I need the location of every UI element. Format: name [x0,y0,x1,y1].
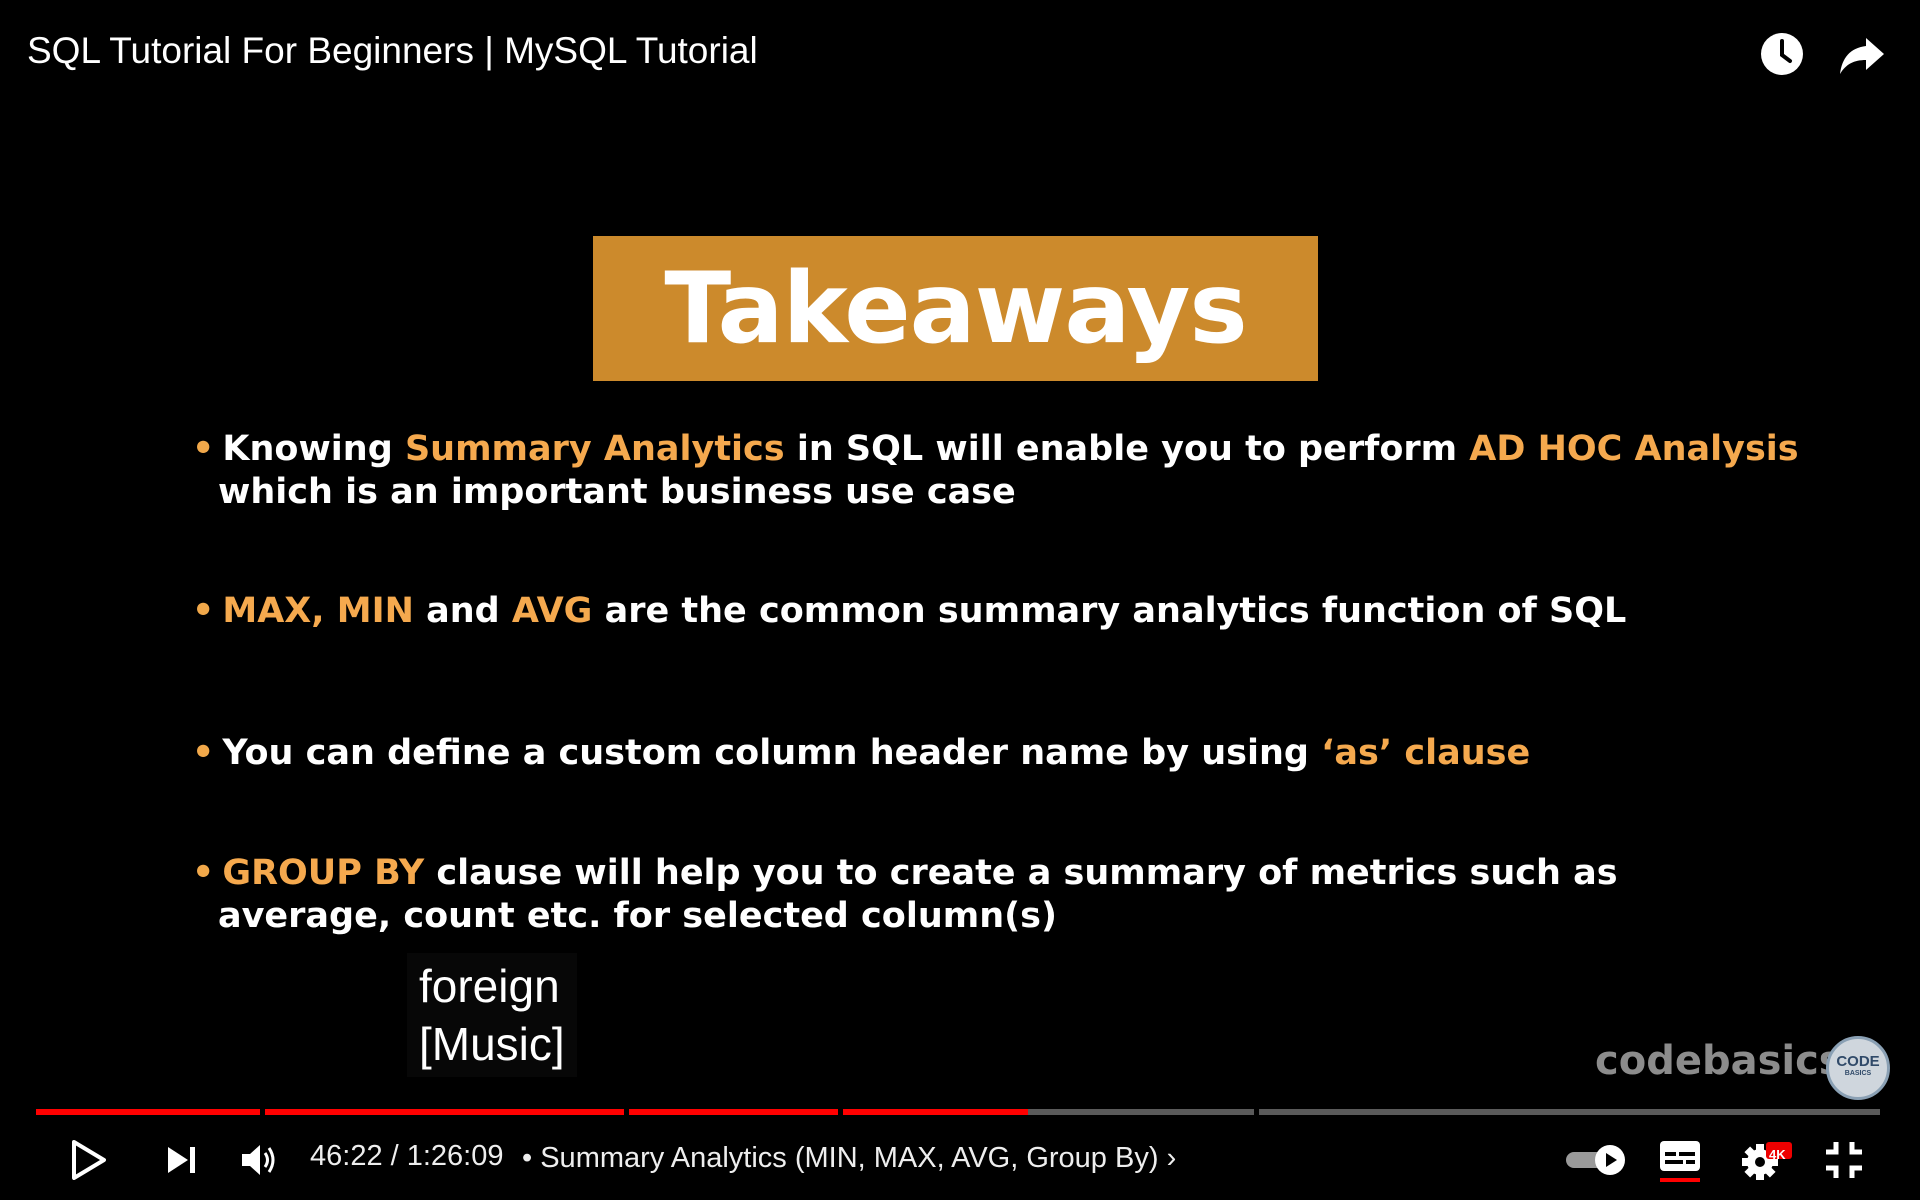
highlight-text: AD HOC Analysis [1469,429,1799,469]
highlight-text: Summary Analytics [404,429,785,469]
chapter-title[interactable]: • Summary Analytics (MIN, MAX, AVG, Grou… [522,1142,1176,1175]
autoplay-toggle[interactable] [1564,1130,1628,1190]
channel-logo[interactable]: CODE BASICS [1826,1036,1890,1100]
chapter-segment[interactable] [628,1109,838,1115]
slide-heading: Takeaways [664,251,1247,366]
progress-fill [264,1109,624,1115]
share-icon[interactable] [1838,30,1886,78]
quality-badge: 4K [1769,1147,1786,1162]
takeaway-item: • GROUP BY clause will help you to create… [192,853,1618,936]
next-button[interactable] [160,1130,204,1190]
exit-fullscreen-icon[interactable] [1820,1130,1868,1190]
takeaway-item: • MAX, MIN and AVG are the common summary… [192,591,1627,631]
time-display: 46:22 / 1:26:09 [310,1140,504,1172]
bullet-dot: • [192,429,215,469]
volume-icon[interactable] [238,1130,282,1190]
bullet-dot: • [192,591,215,631]
chapter-segment[interactable] [1259,1109,1880,1115]
progress-fill [628,1109,838,1115]
video-title[interactable]: SQL Tutorial For Beginners | MySQL Tutor… [27,30,758,72]
bullet-dot: • [192,853,215,893]
chapter-segment[interactable] [264,1109,624,1115]
watch-later-icon[interactable] [1758,30,1806,78]
closed-captions: foreign [Music] [407,953,577,1077]
highlight-text: AVG [511,591,593,631]
highlight-text: MAX, MIN [222,591,414,631]
progress-fill [842,1109,1029,1115]
bullet-dot: • [192,733,215,773]
progress-bar[interactable] [36,1109,1885,1115]
takeaway-item: • Knowing Summary Analytics in SQL will e… [192,429,1799,512]
caption-line: foreign [419,960,560,1012]
progress-fill [36,1109,260,1115]
caption-line: [Music] [419,1018,565,1070]
settings-icon[interactable]: 4K [1740,1130,1794,1190]
takeaway-item: • You can define a custom column header n… [192,733,1531,773]
highlight-text: GROUP BY [222,853,425,893]
subtitles-icon[interactable] [1656,1130,1704,1190]
highlight-text: ‘as’ clause [1321,733,1531,773]
slide-heading-badge: Takeaways [593,236,1318,381]
channel-watermark: codebasics. [1595,1038,1858,1084]
chapter-segment[interactable] [36,1109,260,1115]
play-button[interactable] [64,1130,112,1190]
chevron-right-icon: › [1166,1142,1177,1174]
chapter-segment[interactable] [842,1109,1255,1115]
